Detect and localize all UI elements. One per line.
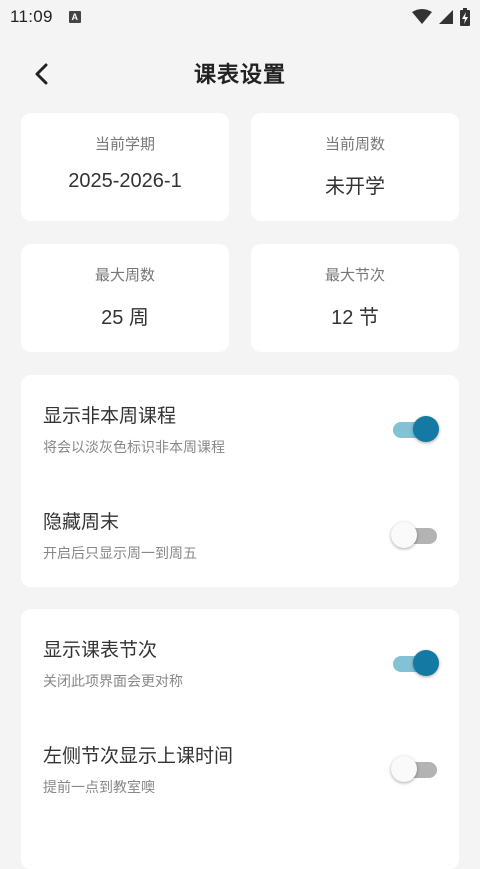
toggle-thumb [413,650,439,676]
current-week-value: 未开学 [325,176,385,198]
max-weeks-value: 25 周 [101,307,149,329]
toggle-thumb [391,756,417,782]
max-weeks-label: 最大周数 [94,266,155,284]
setting-title: 显示课表节次 [43,639,158,661]
toggle-show-periods[interactable] [391,649,441,677]
notification-icon: A [68,11,81,23]
setting-title: 隐藏周末 [43,511,120,533]
max-weeks-card[interactable]: 最大周数 25 周 [21,244,229,352]
toggle-thumb [413,416,439,442]
current-semester-card: 当前学期 2025-2026-1 [21,113,229,221]
settings-group-periods: 显示课表节次 关闭此项界面会更对称 左侧节次显示上课时间 提前一点到教室噢 [21,609,459,869]
status-time: 11:09 [10,7,53,26]
setting-subtitle: 提前一点到教室噢 [43,780,155,796]
page-title: 课表设置 [193,63,286,88]
toggle-thumb [391,522,417,548]
setting-row-show-periods[interactable]: 显示课表节次 关闭此项界面会更对称 [21,609,459,715]
max-periods-label: 最大节次 [324,266,385,284]
max-periods-card[interactable]: 最大节次 12 节 [251,244,459,352]
back-button[interactable] [28,60,56,88]
status-icons [412,8,470,26]
current-week-card: 当前周数 未开学 [251,113,459,221]
current-week-label: 当前周数 [324,135,385,153]
current-semester-label: 当前学期 [94,135,155,153]
setting-row-show-class-time[interactable]: 左侧节次显示上课时间 提前一点到教室噢 [21,715,459,821]
toggle-hide-weekend[interactable] [391,521,441,549]
setting-subtitle: 关闭此项界面会更对称 [43,674,183,690]
settings-group-display: 显示非本周课程 将会以淡灰色标识非本周课程 隐藏周末 开启后只显示周一到周五 [21,375,459,587]
back-arrow-icon [35,63,48,85]
setting-subtitle: 开启后只显示周一到周五 [43,546,197,562]
toggle-show-non-current-week[interactable] [391,415,441,443]
setting-row-show-non-current-week[interactable]: 显示非本周课程 将会以淡灰色标识非本周课程 [21,375,459,481]
wifi-icon [412,9,432,24]
max-periods-value: 12 节 [331,307,379,329]
cellular-signal-icon [439,10,453,24]
setting-subtitle: 将会以淡灰色标识非本周课程 [43,440,225,456]
setting-row-hide-weekend[interactable]: 隐藏周末 开启后只显示周一到周五 [21,481,459,587]
toggle-show-class-time[interactable] [391,755,441,783]
setting-title: 左侧节次显示上课时间 [43,745,234,767]
app-bar: 课表设置 [0,44,480,102]
setting-title: 显示非本周课程 [43,405,177,427]
battery-charging-icon [460,8,470,26]
current-semester-value: 2025-2026-1 [68,170,182,192]
status-bar: 11:09 A [0,0,480,34]
